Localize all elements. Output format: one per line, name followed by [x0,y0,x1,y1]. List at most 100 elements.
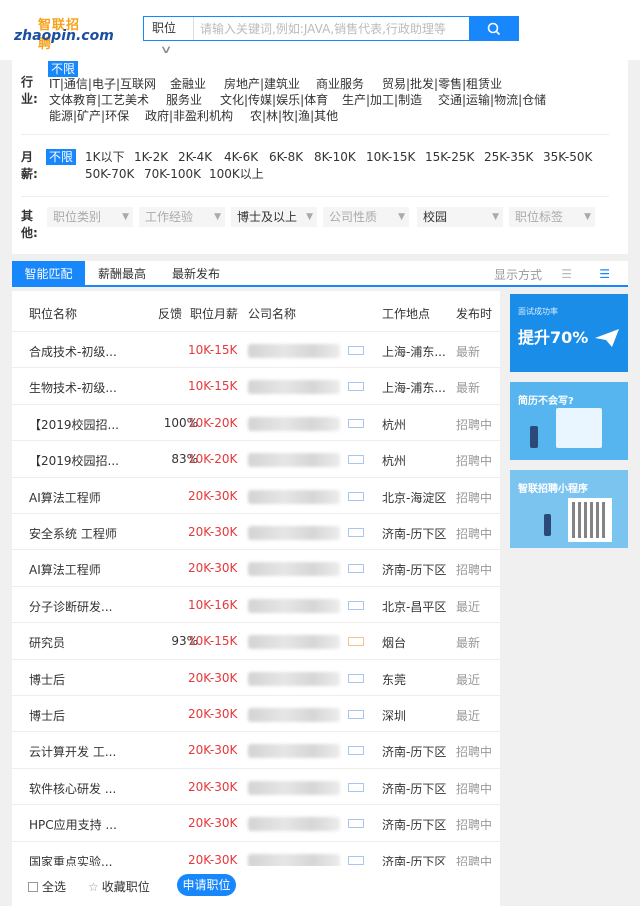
company-name-blurred[interactable] [248,416,340,431]
job-title-link[interactable]: 软件核心研发 ... [29,780,129,797]
job-tag-dropdown[interactable]: 职位标签 ▼ [509,207,595,227]
person-illustration [530,426,538,448]
site-logo[interactable]: 智联招聘 zhaopin.com [14,14,114,52]
job-title-link[interactable]: 博士后 [29,707,129,724]
industry-option[interactable]: 商业服务 [316,76,364,92]
company-name-blurred[interactable] [248,453,340,468]
company-name-blurred[interactable] [248,708,340,722]
company-name-blurred[interactable] [248,780,340,795]
industry-option[interactable]: 能源|矿产|环保 [49,108,129,124]
table-row[interactable]: 博士后 20K-30K 东莞 最近 [12,658,500,695]
company-name-blurred[interactable] [248,744,340,759]
table-row[interactable]: 安全系统 工程师 20K-30K 济南-历下区 招聘中 [12,513,500,549]
industry-option[interactable]: 服务业 [166,92,202,108]
job-title-link[interactable]: 合成技术-初级... [29,343,129,360]
job-title-link[interactable]: AI算法工程师 [29,561,129,578]
table-row[interactable]: 云计算开发 工... 20K-30K 济南-历下区 招聘中 [12,731,500,767]
list-view-icon[interactable]: ☰ [561,267,572,281]
job-title-link[interactable]: 生物技术-初级... [29,379,129,396]
job-title-link[interactable]: HPC应用支持 ... [29,816,129,833]
table-row[interactable]: 博士后 20K-30K 深圳 最近 [12,695,500,731]
table-row[interactable]: AI算法工程师 20K-30K 济南-历下区 招聘中 [12,549,500,585]
ad-resume-help[interactable]: 简历不会写? [510,382,628,460]
industry-option[interactable]: 政府|非盈利机构 [145,108,233,124]
salary-option[interactable]: 1K-2K [134,149,168,165]
company-name-blurred[interactable] [248,817,340,832]
experience-dropdown[interactable]: 工作经验 ▼ [139,207,225,227]
job-title-link[interactable]: 博士后 [29,671,129,688]
industry-option[interactable]: 文化|传媒|娱乐|体育 [220,92,328,108]
table-row[interactable]: AI算法工程师 20K-30K 北京-海淀区 招聘中 [12,476,500,513]
table-row[interactable]: 生物技术-初级... 10K-15K 上海-浦东... 最新 [12,367,500,403]
salary-option[interactable]: 35K-50K [543,149,592,165]
job-title-link[interactable]: 分子诊断研发... [29,598,129,615]
tab-latest[interactable]: 最新发布 [159,261,233,287]
industry-option[interactable]: 不限 [48,61,79,77]
job-title-link[interactable]: 云计算开发 工... [29,743,129,760]
industry-option[interactable]: 房地产|建筑业 [224,76,300,92]
industry-option[interactable]: 农|林|牧|渔|其他 [250,108,338,124]
table-row[interactable]: 研究员 93% 10K-15K 烟台 最新 [12,622,500,658]
table-row[interactable]: 合成技术-初级... 10K-15K 上海-浦东... 最新 [12,331,500,367]
bottom-action-bar: 全选 ☆ 收藏职位 申请职位 [12,866,500,906]
tab-highest-salary[interactable]: 薪酬最高 [85,261,159,287]
industry-option[interactable]: 文体教育|工艺美术 [49,92,149,108]
favorite-button[interactable]: ☆ 收藏职位 [88,878,150,895]
table-row[interactable]: 软件核心研发 ... 20K-30K 济南-历下区 招聘中 [12,767,500,804]
company-name-blurred[interactable] [248,853,340,866]
search-input[interactable] [200,19,468,38]
company-name-blurred[interactable] [248,344,340,358]
search-icon [487,22,501,35]
salary-option[interactable]: 8K-10K [314,149,356,165]
industry-option[interactable]: 贸易|批发|零售|租赁业 [382,76,502,92]
company-name-blurred[interactable] [248,526,340,540]
salary-option[interactable]: 70K-100K [144,166,201,182]
company-name-blurred[interactable] [248,635,340,650]
industry-option[interactable]: IT|通信|电子|互联网 [49,76,156,92]
salary-option[interactable]: 不限 [46,149,77,165]
company-name-blurred[interactable] [248,380,340,395]
table-row[interactable]: 分子诊断研发... 10K-16K 北京-昌平区 最近 [12,585,500,622]
star-icon: ☆ [88,880,99,894]
job-title-link[interactable]: 国家重点实验... [29,853,129,866]
company-name-blurred[interactable] [248,489,340,504]
salary-option[interactable]: 1K以下 [85,149,125,165]
search-category-select[interactable]: 职位 [144,17,194,40]
apply-button[interactable]: 申请职位 [177,874,236,896]
detail-view-icon[interactable]: ☰ [599,267,610,281]
company-type-dropdown[interactable]: 公司性质 ▼ [323,207,409,227]
job-category-dropdown[interactable]: 职位类别 ▼ [47,207,133,227]
search-button[interactable] [469,16,519,41]
chevron-down-icon[interactable]: ∨ [160,43,173,56]
industry-option[interactable]: 生产|加工|制造 [342,92,422,108]
ad-mini-program[interactable]: 智联招聘小程序 [510,470,628,548]
salary-option[interactable]: 50K-70K [85,166,134,182]
salary-option[interactable]: 100K以上 [209,166,264,182]
job-title-link[interactable]: 安全系统 工程师 [29,525,129,542]
salary-option[interactable]: 25K-35K [484,149,533,165]
tab-smart-match[interactable]: 智能匹配 [12,261,85,287]
ad-interview-success[interactable]: 面试成功率 提升70% [510,294,628,372]
job-title-link[interactable]: AI算法工程师 [29,489,129,506]
company-name-blurred[interactable] [248,671,340,686]
industry-option[interactable]: 金融业 [170,76,206,92]
company-badge-icon [348,600,364,610]
salary-option[interactable]: 2K-4K [178,149,212,165]
education-dropdown[interactable]: 博士及以上 ▼ [231,207,317,227]
job-title-link[interactable]: 研究员 [29,634,129,651]
salary-option[interactable]: 4K-6K [224,149,258,165]
salary-option[interactable]: 10K-15K [366,149,415,165]
industry-option[interactable]: 交通|运输|物流|仓储 [438,92,546,108]
job-title-link[interactable]: 【2019校园招... [29,452,129,469]
campus-dropdown[interactable]: 校园 ▼ [417,207,503,227]
table-row[interactable]: 【2019校园招... 83% 10K-20K 杭州 招聘中 [12,440,500,476]
salary-option[interactable]: 15K-25K [425,149,474,165]
job-title-link[interactable]: 【2019校园招... [29,416,129,433]
select-all-checkbox[interactable]: 全选 [28,878,66,895]
table-row[interactable]: 国家重点实验... 20K-30K 济南-历下区 招聘中 [12,840,500,866]
company-name-blurred[interactable] [248,598,340,613]
salary-option[interactable]: 6K-8K [269,149,303,165]
company-name-blurred[interactable] [248,562,340,577]
table-row[interactable]: HPC应用支持 ... 20K-30K 济南-历下区 招聘中 [12,804,500,840]
table-row[interactable]: 【2019校园招... 100% 10K-20K 杭州 招聘中 [12,403,500,440]
